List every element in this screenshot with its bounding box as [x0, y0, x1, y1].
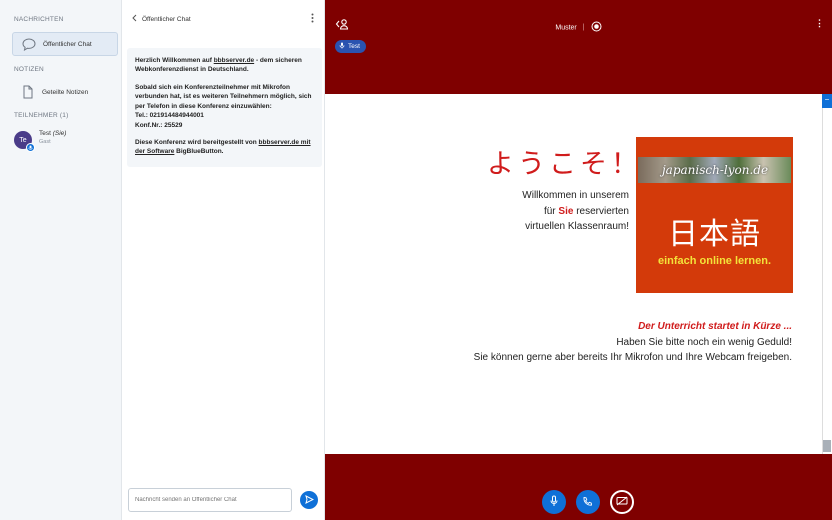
- shared-notes-label: Geteilte Notizen: [42, 88, 89, 96]
- logo-kanji: 日本語: [668, 217, 761, 252]
- notes-icon: [20, 84, 36, 100]
- conference-number: Konf.Nr.: 25529: [135, 121, 183, 129]
- talker-name: Test: [348, 43, 360, 50]
- screen-share-button[interactable]: [609, 490, 634, 514]
- microphone-icon: [339, 42, 345, 51]
- welcome-message: Herzlich Willkommen auf bbbserver.de - d…: [127, 48, 322, 167]
- participant-row[interactable]: Te Test (Sie) Gast: [14, 128, 67, 152]
- send-button[interactable]: [300, 491, 318, 509]
- logo-banner-text: japanisch-lyon.de: [661, 163, 769, 177]
- messages-section-title: NACHRICHTEN: [14, 16, 64, 23]
- chat-back-button[interactable]: Öffentlicher Chat: [132, 14, 191, 24]
- slide-japanese-welcome: ようこそ！: [487, 149, 642, 180]
- main-area: Muster | ⋮ Test ようこそ！ Willkommen in unser…: [325, 0, 832, 520]
- chat-composer: [128, 488, 320, 512]
- chat-title: Öffentlicher Chat: [142, 15, 191, 23]
- public-chat-label: Öffentlicher Chat: [43, 40, 92, 48]
- screen-share-icon: [616, 496, 628, 508]
- participant-self-tag: (Sie): [52, 130, 67, 137]
- notes-section-title: NOTIZEN: [14, 66, 44, 73]
- slide-welcome-highlight: Sie: [558, 205, 574, 217]
- slide-closing-red: Der Unterricht startet in Kürze ...: [638, 321, 792, 332]
- public-chat-item[interactable]: Öffentlicher Chat: [12, 32, 118, 56]
- slide-closing-line-2: Haben Sie bitte noch ein wenig Geduld!: [616, 336, 792, 348]
- logo-tagline: einfach online lernen.: [657, 255, 772, 267]
- microphone-status-icon: [26, 143, 35, 152]
- presentation-slide: ようこそ！ Willkommen in unserem für Sie rese…: [325, 94, 822, 454]
- kebab-menu-icon[interactable]: [311, 13, 314, 25]
- shared-notes-item[interactable]: Geteilte Notizen: [12, 80, 118, 104]
- minimize-presentation-button[interactable]: −: [822, 94, 832, 108]
- welcome-text-3: Diese Konferenz wird bereitgestellt von: [135, 138, 259, 146]
- welcome-text-3b: BigBlueButton.: [174, 148, 224, 156]
- microphone-icon: [549, 495, 559, 509]
- avatar: Te: [14, 131, 35, 152]
- school-logo: japanisch-lyon.de 日本語 einfach online ler…: [636, 137, 793, 293]
- slide-welcome-line-2a: für: [543, 205, 559, 217]
- chat-message-input[interactable]: [128, 488, 292, 512]
- chat-icon: [21, 36, 37, 52]
- slide-german-welcome: Willkommen in unserem für Sie reserviert…: [485, 188, 629, 235]
- participant-name: Test: [39, 130, 51, 137]
- fullscreen-button[interactable]: [823, 440, 831, 452]
- microphone-button[interactable]: [541, 490, 566, 514]
- chat-panel: Öffentlicher Chat Herzlich Willkommen au…: [122, 0, 325, 520]
- slide-closing-text: Der Unterricht startet in Kürze ... Habe…: [474, 319, 792, 366]
- kebab-menu-icon[interactable]: ⋮: [815, 18, 824, 29]
- back-chevron-icon: [132, 14, 137, 24]
- phone-icon: [582, 496, 593, 509]
- record-icon[interactable]: [591, 21, 602, 34]
- slide-closing-line-3: Sie können gerne aber bereits Ihr Mikrof…: [473, 352, 792, 363]
- participant-role: Gast: [39, 139, 51, 145]
- slide-welcome-line-1: Willkommen in unserem: [522, 190, 629, 201]
- welcome-text-1: Herzlich Willkommen auf: [135, 57, 214, 64]
- action-bar: [325, 490, 832, 514]
- meeting-title-bar: Muster |: [325, 21, 832, 34]
- meeting-title: Muster: [555, 24, 577, 32]
- talking-indicator: Test: [335, 40, 366, 53]
- welcome-text-2: Sobald sich ein Konferenzteilnehmer mit …: [135, 83, 312, 110]
- chat-header: Öffentlicher Chat: [122, 0, 324, 38]
- slide-welcome-line-3: virtuellen Klassenraum!: [525, 221, 629, 232]
- send-icon: [304, 494, 314, 506]
- participants-section-title: TEILNEHMER (1): [14, 112, 69, 119]
- top-bar: Muster | ⋮: [325, 0, 832, 50]
- slide-side-strip: [822, 94, 832, 454]
- bbbserver-link[interactable]: bbbserver.de: [214, 57, 254, 64]
- dial-in-phone: Tel.: 021914484944001: [135, 112, 204, 120]
- user-list-panel: NACHRICHTEN Öffentlicher Chat NOTIZEN Ge…: [0, 0, 122, 520]
- avatar-initials: Te: [19, 136, 27, 144]
- slide-welcome-line-2b: reservierten: [573, 205, 629, 217]
- phone-button[interactable]: [575, 490, 600, 514]
